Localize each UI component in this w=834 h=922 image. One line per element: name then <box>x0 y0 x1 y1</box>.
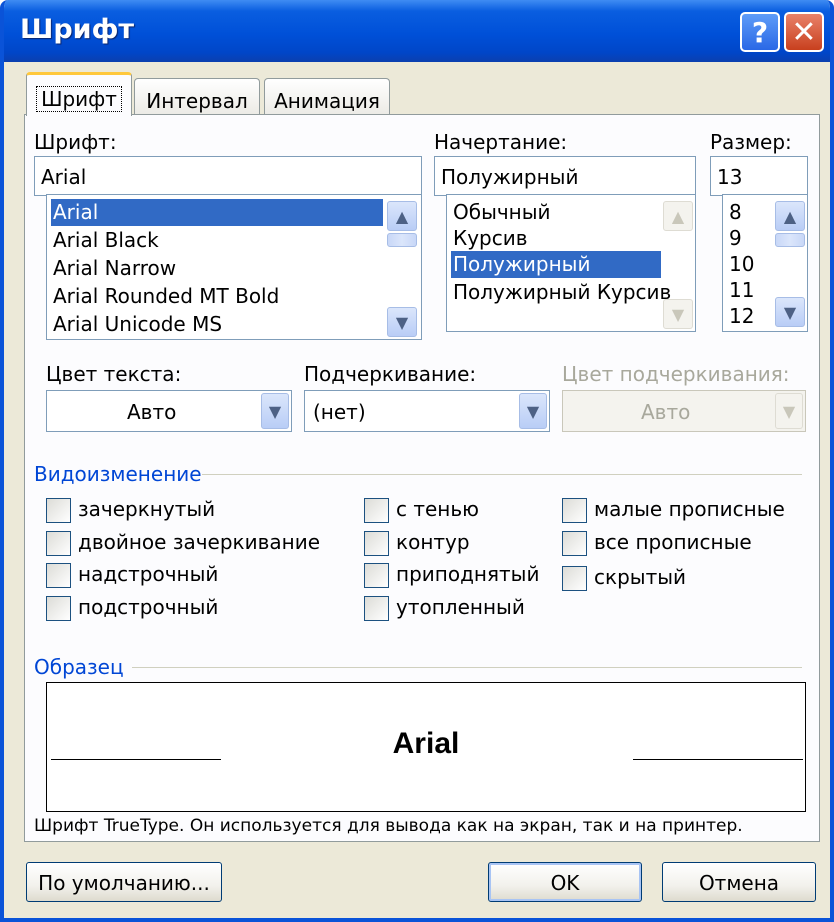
list-item[interactable]: Arial Narrow <box>51 255 178 282</box>
chevron-down-icon: ▼ <box>395 312 409 332</box>
style-input[interactable]: Полужирный <box>434 156 696 196</box>
scroll-up-button[interactable]: ▲ <box>775 201 805 231</box>
dropdown-button[interactable]: ▼ <box>261 393 289 429</box>
underline-select[interactable]: (нет) ▼ <box>304 390 550 432</box>
scrollbar-thumb[interactable] <box>775 233 805 247</box>
font-list[interactable]: Arial Arial Black Arial Narrow Arial Rou… <box>46 194 422 340</box>
scroll-down-button[interactable]: ▼ <box>387 307 417 337</box>
group-divider <box>202 474 802 475</box>
style-list[interactable]: Обычный Курсив Полужирный Полужирный Кур… <box>446 194 696 332</box>
font-input[interactable]: Arial <box>34 156 422 196</box>
checkbox-box[interactable] <box>46 563 71 588</box>
text-color-value: Авто <box>127 400 177 424</box>
close-icon: ✕ <box>791 14 817 50</box>
checkbox-label: надстрочный <box>78 562 219 586</box>
size-input[interactable]: 13 <box>710 156 808 196</box>
ok-button[interactable]: OK <box>488 862 642 902</box>
chevron-down-icon: ▼ <box>671 304 685 324</box>
list-item[interactable]: Arial <box>51 199 383 226</box>
underline-color-select[interactable]: Авто ▼ <box>562 390 806 432</box>
chevron-down-icon: ▼ <box>782 401 796 421</box>
list-item[interactable]: Полужирный <box>451 251 661 278</box>
default-button[interactable]: По умолчанию... <box>26 862 222 902</box>
close-button[interactable]: ✕ <box>784 12 824 52</box>
tab-font-label: Шрифт <box>36 86 122 112</box>
list-item[interactable]: 11 <box>727 277 756 304</box>
tab-spacing[interactable]: Интервал <box>134 78 260 114</box>
checkbox-label: приподнятый <box>396 562 540 586</box>
list-item[interactable]: Arial Black <box>51 227 161 254</box>
help-icon: ? <box>751 15 769 49</box>
checkbox-label: подстрочный <box>78 595 219 619</box>
scroll-down-button[interactable]: ▼ <box>775 297 805 327</box>
text-color-label: Цвет текста: <box>46 362 182 386</box>
underline-color-label: Цвет подчеркивания: <box>562 362 790 386</box>
chevron-down-icon: ▼ <box>526 401 540 421</box>
effects-group-title: Видоизменение <box>34 462 202 486</box>
style-label: Начертание: <box>434 130 568 154</box>
preview-group-title: Образец <box>34 655 124 679</box>
help-button[interactable]: ? <box>740 12 780 52</box>
list-item[interactable]: Обычный <box>451 199 553 226</box>
checkbox-label: зачеркнутый <box>78 497 216 521</box>
underline-value: (нет) <box>313 400 366 424</box>
cancel-button[interactable]: Отмена <box>662 862 816 902</box>
list-item[interactable]: 8 <box>727 199 744 226</box>
list-item[interactable]: Arial Rounded MT Bold <box>51 283 281 310</box>
scroll-up-button[interactable]: ▲ <box>663 201 693 231</box>
dropdown-button[interactable]: ▼ <box>519 393 547 429</box>
checkbox-label: с тенью <box>396 497 480 521</box>
checkbox-label: контур <box>396 530 470 554</box>
checkbox-box[interactable] <box>364 596 389 621</box>
group-divider <box>132 667 802 668</box>
list-item[interactable]: 12 <box>727 303 756 330</box>
checkbox-box[interactable] <box>46 531 71 556</box>
font-label: Шрифт: <box>34 130 117 154</box>
chevron-up-icon: ▲ <box>395 206 409 226</box>
title-bar[interactable]: Шрифт ? ✕ <box>4 0 830 62</box>
checkbox-box[interactable] <box>364 531 389 556</box>
chevron-down-icon: ▼ <box>783 302 797 322</box>
tab-animation-label: Анимация <box>274 89 380 113</box>
size-list[interactable]: 8 9 10 11 12 ▲ ▼ <box>722 194 808 332</box>
checkbox-label: скрытый <box>594 565 687 589</box>
checkbox-label: малые прописные <box>594 497 785 521</box>
chevron-down-icon: ▼ <box>268 401 282 421</box>
list-item[interactable]: Arial Unicode MS <box>51 311 224 338</box>
tab-animation[interactable]: Анимация <box>264 78 390 114</box>
font-info-text: Шрифт TrueType. Он используется для выво… <box>34 816 743 836</box>
scroll-up-button[interactable]: ▲ <box>387 201 417 231</box>
list-item[interactable]: Курсив <box>451 225 530 252</box>
checkbox-box[interactable] <box>46 596 71 621</box>
preview-sample-text: Arial <box>392 727 460 760</box>
tab-font[interactable]: Шрифт <box>26 72 132 116</box>
list-item[interactable]: Полужирный Курсив <box>451 279 673 306</box>
text-color-select[interactable]: Авто ▼ <box>46 390 292 432</box>
underline-label: Подчеркивание: <box>304 362 477 386</box>
chevron-up-icon: ▲ <box>783 206 797 226</box>
size-label: Размер: <box>710 130 792 154</box>
font-dialog: Шрифт ? ✕ Шрифт Интервал Анимация Шрифт:… <box>0 0 834 922</box>
checkbox-box[interactable] <box>364 498 389 523</box>
checkbox-box[interactable] <box>562 498 587 523</box>
dropdown-button[interactable]: ▼ <box>775 393 803 429</box>
list-item[interactable]: 10 <box>727 251 756 278</box>
window-title: Шрифт <box>20 14 135 45</box>
checkbox-box[interactable] <box>562 531 587 556</box>
preview-box: Arial <box>46 682 806 812</box>
checkbox-label: утопленный <box>396 595 525 619</box>
checkbox-box[interactable] <box>364 563 389 588</box>
underline-color-value: Авто <box>641 400 691 424</box>
checkbox-box[interactable] <box>46 498 71 523</box>
checkbox-box[interactable] <box>562 566 587 591</box>
list-item[interactable]: 9 <box>727 225 744 252</box>
tab-spacing-label: Интервал <box>146 89 248 113</box>
checkbox-label: двойное зачеркивание <box>78 530 321 554</box>
checkbox-label: все прописные <box>594 530 752 554</box>
scroll-down-button[interactable]: ▼ <box>663 299 693 329</box>
scrollbar-thumb[interactable] <box>387 233 417 247</box>
chevron-up-icon: ▲ <box>671 206 685 226</box>
